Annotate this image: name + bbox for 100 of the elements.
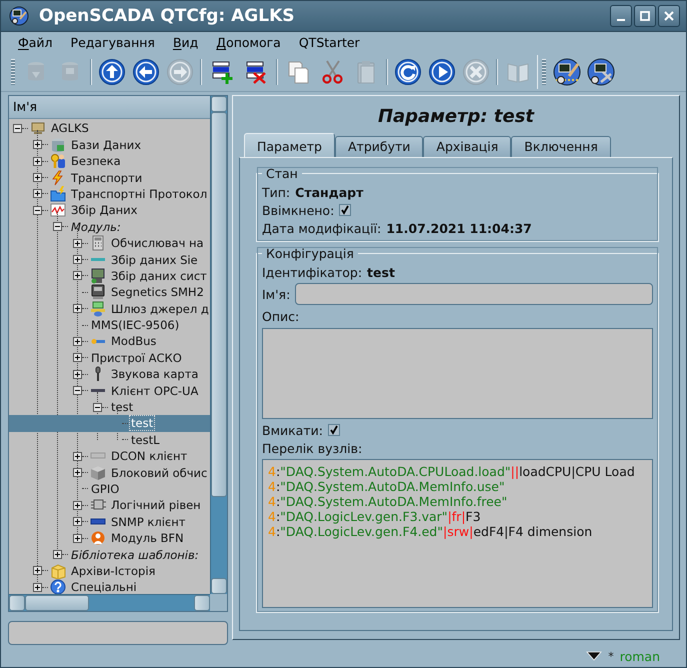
tab[interactable]: Атрибути (335, 136, 424, 158)
expand-toggle[interactable] (93, 402, 102, 412)
tree-item[interactable]: Транспортні Протокол (9, 186, 210, 202)
refresh-icon (394, 58, 422, 86)
expand-toggle[interactable] (73, 517, 82, 526)
panel-title: Параметр: test (376, 105, 536, 130)
menu-item[interactable]: Файл (9, 33, 62, 52)
tree-item[interactable]: testL (9, 432, 210, 448)
field-label: Тип: (262, 184, 290, 200)
expand-toggle[interactable] (33, 140, 42, 150)
tree-item[interactable]: Шлюз джерел д (9, 300, 210, 317)
maximize-button[interactable] (634, 4, 656, 27)
expand-toggle[interactable] (33, 189, 42, 198)
cube-icon (90, 464, 106, 481)
tree-item[interactable]: Збір Даних (9, 202, 210, 219)
menu-item[interactable]: QTStarter (290, 33, 369, 52)
tree-item[interactable]: Бібліотека шаблонів: (9, 546, 210, 563)
nodes-field[interactable]: 4:"DAQ.System.AutoDA.CPULoad.load"||loadCPU|CPU Load 4:"DAQ.System.AutoDA.MemInfo.use" 4:"DAQ.System.AutoDA.MemInfo.free" 4:"DAQ.LogicLev.gen.F3.var"|fr|F3 4:"DAQ.LogicLev.gen.F4.ed"|srw|edF4|F4 dimension (262, 459, 653, 608)
tree-item[interactable]: Транспорти (9, 169, 210, 186)
scrollbar-corner (210, 594, 227, 612)
expand-toggle[interactable] (73, 271, 82, 280)
expand-toggle[interactable] (73, 500, 82, 510)
tree-item[interactable]: Бази Даних (9, 136, 210, 153)
close-button[interactable] (658, 4, 680, 27)
field-label: Ідентифікатор: (262, 264, 362, 280)
folder-icon (50, 186, 66, 202)
status-marker: * (608, 650, 614, 663)
app-logo-icon (9, 6, 29, 26)
menu-item[interactable]: Вид (164, 33, 208, 52)
expand-toggle[interactable] (73, 255, 82, 264)
stop-icon (462, 58, 490, 86)
expand-toggle[interactable] (33, 173, 42, 182)
checkbox[interactable] (328, 424, 340, 436)
menu-item[interactable]: Допомога (207, 33, 290, 52)
tree-item[interactable]: Звукова карта (9, 366, 210, 382)
field-value: test (367, 264, 395, 280)
station-icon (587, 58, 615, 86)
expand-toggle[interactable] (73, 386, 82, 396)
input-field[interactable] (8, 621, 228, 646)
checkbox[interactable] (339, 204, 352, 216)
station-icon (553, 58, 581, 86)
dropdown-icon[interactable] (586, 650, 602, 662)
tree-item[interactable]: Архіви-Історія (9, 562, 210, 580)
expand-toggle[interactable] (73, 534, 82, 543)
tree-item[interactable]: SNMP клієнт (9, 514, 210, 530)
bar-icon (91, 257, 105, 262)
tab[interactable]: Параметр (244, 133, 335, 158)
expand-toggle[interactable] (53, 550, 62, 560)
tree-item[interactable]: Блоковий обчис (9, 464, 210, 481)
group-title: Конфігурація (265, 246, 355, 262)
help-icon (50, 579, 66, 594)
expand-toggle[interactable] (73, 468, 82, 478)
tree-item[interactable]: test (9, 398, 210, 416)
minimize-button[interactable] (610, 4, 632, 27)
tree-item[interactable]: Модуль: (9, 218, 210, 235)
tree-item[interactable]: test (9, 415, 210, 432)
field-value: Стандарт (295, 184, 364, 200)
play-icon (428, 58, 456, 86)
tree-item[interactable]: Безпека (9, 152, 210, 170)
field-label: Опис: (262, 308, 300, 324)
tree-item[interactable]: Збір даних Sie (9, 251, 210, 268)
name-field[interactable] (295, 283, 653, 306)
tree-item[interactable]: Модуль BFN (9, 530, 210, 546)
expand-toggle[interactable] (13, 124, 22, 133)
expand-toggle[interactable] (53, 222, 62, 232)
expand-toggle[interactable] (73, 304, 82, 314)
field-label: Перелік вузлів: (262, 440, 362, 456)
bar-icon (91, 388, 105, 394)
expand-toggle[interactable] (33, 156, 42, 166)
key-icon (50, 153, 66, 170)
group-title: Стан (265, 166, 299, 182)
expand-toggle[interactable] (33, 206, 42, 215)
field-value: 11.07.2021 11:04:37 (386, 220, 532, 236)
tree-item[interactable]: Клієнт OPC-UA (9, 382, 210, 399)
expand-toggle[interactable] (73, 238, 82, 248)
expand-toggle[interactable] (33, 582, 42, 592)
description-field[interactable] (262, 328, 653, 420)
menu-item[interactable]: Редагування (62, 33, 164, 52)
tab[interactable]: Включення (511, 136, 611, 158)
chart-icon (50, 202, 66, 218)
database-icon (50, 136, 66, 153)
monitor-icon (90, 268, 106, 284)
tree-item[interactable]: Обчислювач на (9, 234, 210, 252)
tree-item[interactable]: DCON клієнт (9, 448, 210, 464)
tab[interactable]: Архівація (423, 136, 512, 158)
expand-toggle[interactable] (73, 370, 82, 379)
device-icon (90, 284, 106, 300)
expand-toggle[interactable] (73, 336, 82, 346)
tree-item[interactable]: GPIO (9, 480, 210, 498)
tree-item[interactable]: Пристрої АСКО (9, 350, 210, 366)
column-header: Ім'я (9, 96, 210, 120)
expand-toggle[interactable] (73, 452, 82, 461)
tree-item[interactable]: Збір даних сист (9, 268, 210, 284)
tree-item[interactable]: Логічний рівен (9, 497, 210, 514)
expand-toggle[interactable] (73, 353, 82, 362)
tree-item[interactable]: ModBus (9, 333, 210, 350)
expand-toggle[interactable] (33, 566, 42, 576)
tree-item[interactable]: MMS(IEC-9506) (9, 316, 210, 334)
tree-item[interactable]: AGLKS (9, 120, 210, 137)
tree-item[interactable]: Segnetics SMH2 (9, 284, 210, 300)
